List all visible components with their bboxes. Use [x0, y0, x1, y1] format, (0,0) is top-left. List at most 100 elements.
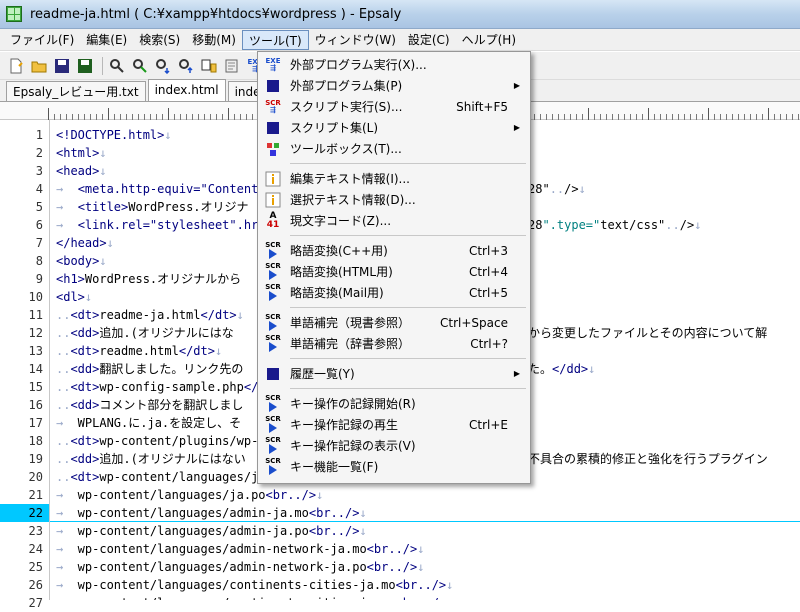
tools-menu-item[interactable]: SCR 単語補完（現書参照） Ctrl+Space [260, 312, 528, 333]
code-line[interactable]: → wp-content/languages/admin-ja.po<br../… [56, 522, 367, 540]
tools-menu-item[interactable]: SCR キー操作の記録開始(R) [260, 393, 528, 414]
line-number: 8 [35, 254, 43, 268]
code-line[interactable]: → wp-content/languages/admin-network-ja.… [56, 540, 424, 558]
line-number: 25 [28, 560, 43, 574]
code-line[interactable]: ..<dd>追加.(オリジナルにはない [56, 450, 246, 468]
code-line[interactable]: <!DOCTYPE.html>↓ [56, 126, 172, 144]
code-line[interactable]: ..<dt>wp-config-sample.php</ [56, 378, 258, 396]
submenu-arrow-icon: ▶ [513, 369, 520, 378]
code-line[interactable]: ..<dt>wp-content/plugins/wp- [56, 432, 258, 450]
code-line-tail[interactable]: 28"../>↓ [528, 180, 586, 198]
code-line[interactable]: → wp-content/languages/continents-cities… [56, 576, 453, 594]
code-line[interactable]: ..<dt>wp-content/languages/ja [56, 468, 266, 486]
find-up-icon[interactable] [176, 56, 196, 76]
code-line[interactable]: → <link.rel="stylesheet".hr [56, 216, 258, 234]
code-line[interactable]: → wp-content/languages/admin-ja.mo<br../… [50, 504, 800, 522]
menu-item-label: スクリプト集(L) [290, 121, 379, 135]
menu-tools[interactable]: ツール(T) [241, 29, 309, 50]
code-line[interactable]: <dl>↓ [56, 288, 92, 306]
new-file-icon[interactable] [6, 56, 26, 76]
code-line[interactable]: → wp-content/languages/continents-cities… [56, 594, 453, 600]
line-number: 4 [35, 182, 43, 196]
info-icon [264, 170, 282, 188]
menu-file[interactable]: ファイル(F) [4, 30, 80, 50]
code-line[interactable]: → wp-content/languages/ja.po<br../>↓ [56, 486, 323, 504]
code-line[interactable]: <body>↓ [56, 252, 107, 270]
save-all-icon[interactable] [75, 56, 95, 76]
exe-icon: EXE ⇶ [265, 56, 281, 72]
line-number: 5 [35, 200, 43, 214]
tab-epsaly-review[interactable]: Epsaly_レビュー用.txt [6, 81, 146, 101]
menu-separator [290, 307, 526, 308]
code-line-tail[interactable]: から変更したファイルとその内容について解 [528, 324, 767, 342]
search-icon[interactable] [107, 56, 127, 76]
menu-separator [290, 388, 526, 389]
code-line[interactable]: → <meta.http-equiv="Content [56, 180, 258, 198]
menu-bar: ファイル(F) 編集(E) 検索(S) 移動(M) ツール(T) ウィンドウ(W… [0, 29, 800, 51]
line-number: 10 [28, 290, 43, 304]
tools-menu-item[interactable]: 外部プログラム集(P) ▶ [260, 75, 528, 96]
tools-menu-item[interactable]: SCR キー機能一覧(F) [260, 456, 528, 477]
tools-menu-item[interactable]: SCR ⇶ スクリプト実行(S)... Shift+F5 [260, 96, 528, 117]
code-line-tail[interactable]: 28".type="text/css"../>↓ [528, 216, 701, 234]
menu-item-shortcut: Shift+F5 [456, 99, 508, 114]
tools-menu-item[interactable]: ツールボックス(T)... [260, 138, 528, 159]
grep-icon[interactable] [222, 56, 242, 76]
menu-separator [290, 235, 526, 236]
code-line[interactable]: <head>↓ [56, 162, 107, 180]
tools-menu-item[interactable]: 編集テキスト情報(I)... [260, 168, 528, 189]
code-line-tail[interactable]: 不具合の累積的修正と強化を行うプラグイン [528, 450, 768, 468]
line-number: 27 [28, 596, 43, 610]
tools-menu-item[interactable]: SCR 単語補完（辞書参照） Ctrl+? [260, 333, 528, 354]
submenu-arrow-icon: ▶ [513, 123, 520, 132]
menu-item-shortcut: Ctrl+? [470, 336, 508, 351]
tools-menu-item[interactable]: スクリプト集(L) ▶ [260, 117, 528, 138]
menu-item-shortcut: Ctrl+3 [468, 243, 508, 258]
tools-menu-item[interactable]: SCR 略語変換(Mail用) Ctrl+5 [260, 282, 528, 303]
tools-menu-item[interactable]: 選択テキスト情報(D)... [260, 189, 528, 210]
scr-icon: SCR [264, 263, 282, 281]
menu-separator [290, 358, 526, 359]
code-line[interactable]: → <title>WordPress.オリジナ [56, 198, 249, 216]
code-line[interactable]: ..<dd>追加.(オリジナルにはな [56, 324, 234, 342]
toolbar-separator [102, 56, 103, 75]
code-line[interactable]: <html>↓ [56, 144, 107, 162]
tools-menu-item[interactable]: SCR 略語変換(HTML用) Ctrl+4 [260, 261, 528, 282]
menu-search[interactable]: 検索(S) [133, 30, 186, 50]
square-icon [264, 365, 282, 383]
menu-window[interactable]: ウィンドウ(W) [309, 30, 402, 50]
save-icon[interactable] [52, 56, 72, 76]
menu-item-label: キー操作記録の表示(V) [290, 439, 416, 453]
open-folder-icon[interactable] [29, 56, 49, 76]
code-line[interactable]: </head>↓ [56, 234, 114, 252]
code-line[interactable]: ..<dt>readme.html</dt>↓ [56, 342, 222, 360]
code-line[interactable]: ..<dd>コメント部分を翻訳しまし [56, 396, 243, 414]
scr-icon: SCR [264, 416, 282, 434]
code-line[interactable]: ..<dd>翻訳しました。リンク先の [56, 360, 243, 378]
find-down-icon[interactable] [153, 56, 173, 76]
find-next-icon[interactable] [130, 56, 150, 76]
code-line-tail[interactable]: た。</dd>↓ [528, 360, 595, 378]
menu-settings[interactable]: 設定(C) [402, 30, 456, 50]
code-line[interactable]: → wp-content/languages/admin-network-ja.… [56, 558, 424, 576]
code-line[interactable]: <h1>WordPress.オリジナルから [56, 270, 241, 288]
tools-menu-item[interactable]: SCR 略語変換(C++用) Ctrl+3 [260, 240, 528, 261]
menu-item-label: キー操作の記録開始(R) [290, 397, 416, 411]
menu-item-label: 外部プログラム集(P) [290, 79, 403, 93]
tools-menu-item[interactable]: A 41 現文字コード(Z)... [260, 210, 528, 231]
menu-move[interactable]: 移動(M) [186, 30, 242, 50]
line-number: 23 [28, 524, 43, 538]
tools-menu-item[interactable]: SCR キー操作記録の表示(V) [260, 435, 528, 456]
menu-help[interactable]: ヘルプ(H) [456, 30, 522, 50]
menu-separator [290, 163, 526, 164]
tab-index-html[interactable]: index.html [147, 79, 226, 101]
tools-menu-item[interactable]: EXE ⇶ 外部プログラム実行(X)... [260, 54, 528, 75]
code-line[interactable]: → WPLANG.に.ja.を設定し、そ [56, 414, 241, 432]
tools-menu-item[interactable]: 履歴一覧(Y) ▶ [260, 363, 528, 384]
replace-icon[interactable] [199, 56, 219, 76]
menu-item-label: 現文字コード(Z)... [290, 214, 392, 228]
line-number: 15 [28, 380, 43, 394]
tools-menu-item[interactable]: SCR キー操作記録の再生 Ctrl+E [260, 414, 528, 435]
code-line[interactable]: ..<dt>readme-ja.html</dt>↓ [56, 306, 244, 324]
menu-edit[interactable]: 編集(E) [80, 30, 133, 50]
